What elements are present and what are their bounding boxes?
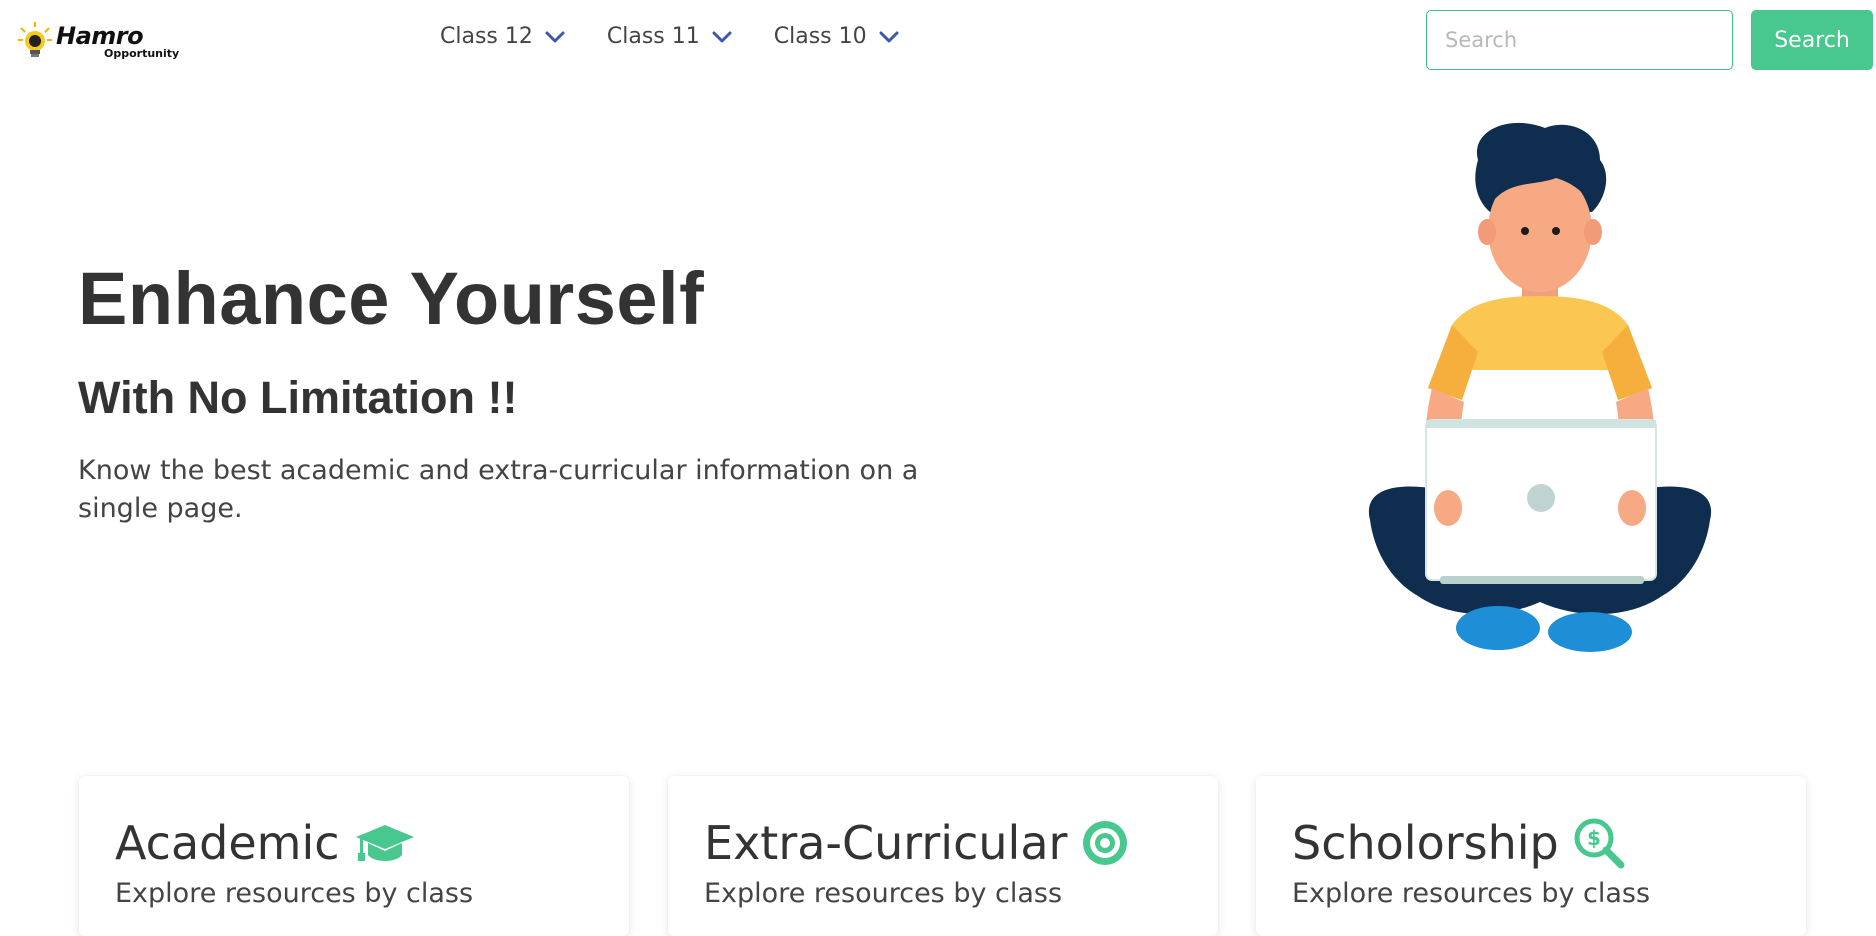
- student-laptop-illustration: [1368, 122, 1712, 652]
- nav-item-label: Class 10: [773, 24, 867, 49]
- nav-item-class-11[interactable]: Class 11: [607, 24, 732, 49]
- graduation-cap-icon: [355, 825, 414, 861]
- hero-description: Know the best academic and extra-curricu…: [78, 455, 919, 524]
- dollar-search-icon: $: [1574, 818, 1625, 869]
- chevron-down-icon: [545, 31, 565, 42]
- card-title: Extra-Curricular: [704, 816, 1068, 870]
- chevron-down-icon: [712, 31, 732, 42]
- brand-tagline: Opportunity: [104, 47, 180, 60]
- card-title: Academic: [115, 816, 340, 870]
- hero-subtitle: With No Limitation !!: [78, 372, 518, 423]
- card-extra-curricular[interactable]: Extra-Curricular Explore resources by cl…: [668, 776, 1218, 936]
- nav-item-class-12[interactable]: Class 12: [440, 24, 565, 49]
- brand-name: Hamro: [56, 22, 144, 50]
- card-title: Scholorship: [1292, 816, 1559, 870]
- chevron-down-icon: [879, 31, 899, 42]
- card-academic[interactable]: Academic Explore resources by class: [79, 776, 629, 936]
- card-subtitle: Explore resources by class: [1292, 878, 1651, 909]
- card-subtitle: Explore resources by class: [115, 878, 474, 909]
- card-scholorship[interactable]: Scholorship $ Explore resources by class: [1256, 776, 1806, 936]
- search-input[interactable]: [1426, 10, 1733, 70]
- card-subtitle: Explore resources by class: [704, 878, 1063, 909]
- brand-logo[interactable]: Hamro Opportunity: [12, 18, 192, 68]
- nav-item-label: Class 12: [440, 24, 533, 49]
- hero-title: Enhance Yourself: [78, 257, 705, 340]
- navbar: Hamro Opportunity Class 12 Class 11 Clas…: [0, 0, 1876, 82]
- nav-item-label: Class 11: [606, 24, 700, 49]
- search-button[interactable]: Search: [1751, 10, 1873, 70]
- target-icon: [1083, 821, 1128, 865]
- nav-item-class-10[interactable]: Class 10: [774, 24, 899, 49]
- lightbulb-icon: [18, 22, 52, 57]
- nav-menu: Class 12 Class 11 Class 10: [440, 24, 899, 49]
- svg-text:$: $: [1587, 826, 1601, 850]
